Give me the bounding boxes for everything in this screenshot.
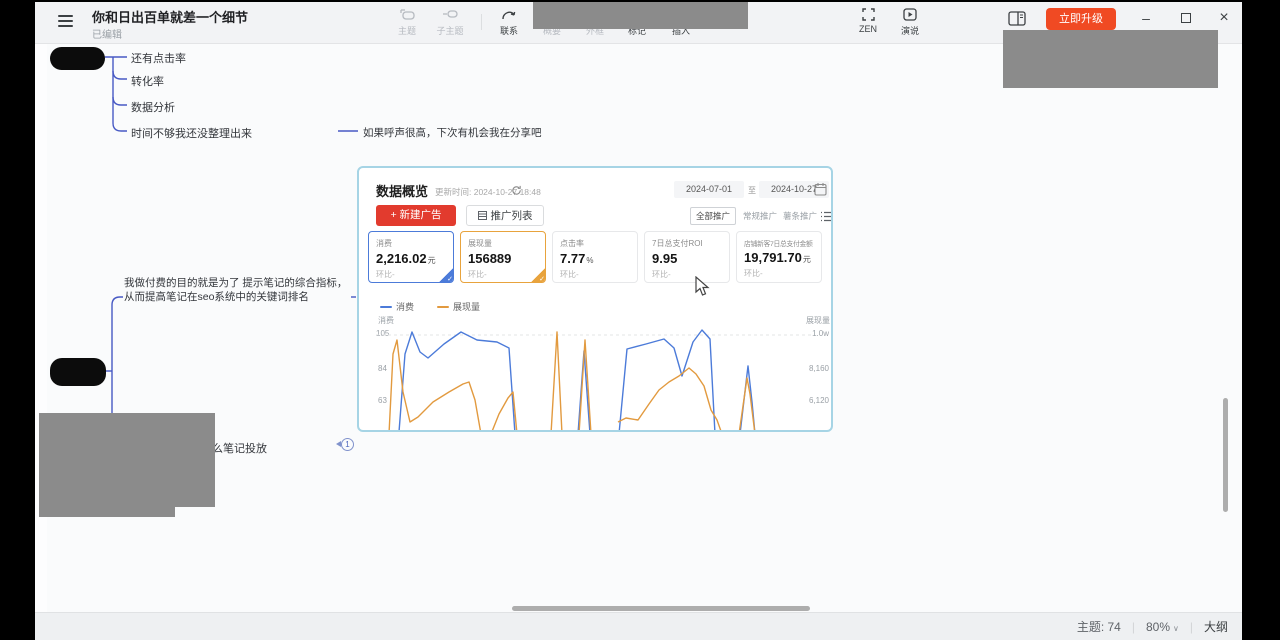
play-icon <box>892 6 928 22</box>
metric-cards-row: 消费 2,216.02元 环比- ✓ 展现量 156889 环比- ✓ 点击率 … <box>368 231 826 283</box>
menu-icon[interactable] <box>58 15 73 30</box>
dashboard-title: 数据概览 <box>376 181 428 200</box>
date-separator: 至 <box>748 185 756 196</box>
metric-card-pay-amount: 店铺新客7日总支付金额 19,791.70元 环比- <box>736 231 822 283</box>
close-button[interactable]: × <box>1212 6 1236 30</box>
calendar-icon <box>814 182 827 201</box>
legend-impressions: 展现量 <box>437 300 480 313</box>
zen-icon <box>850 6 886 22</box>
tab-fries-promo: 薯条推广 <box>783 210 817 222</box>
toolbar-subtopic-button[interactable]: 子主题 <box>428 6 472 37</box>
callout-node[interactable]: 如果呼声很高，下次有机会我在分享吧 <box>363 125 542 140</box>
status-bar: 主题: 74 | 80%∨ | 大纲 <box>35 612 1242 640</box>
tab-all-promo: 全部推广 <box>690 207 736 225</box>
topic-node[interactable]: 数据分析 <box>131 99 175 115</box>
redacted-topic-node[interactable] <box>50 47 105 70</box>
horizontal-scrollbar[interactable] <box>512 606 810 611</box>
present-button[interactable]: 演说 <box>892 6 928 37</box>
mouse-cursor <box>695 276 711 298</box>
metric-card-impressions: 展现量 156889 环比- ✓ <box>460 231 546 283</box>
screen: 你和日出百单就差一个细节 已编辑 主题 子主题 联系 概要 外框 标记 插入 Z… <box>0 0 1280 640</box>
minimize-button[interactable]: – <box>1134 6 1158 30</box>
sidebar-toggle-icon[interactable] <box>1008 11 1026 31</box>
date-from-field: 2024-07-01 <box>674 181 744 198</box>
dashboard-updated-time: 更新时间: 2024-10-27 18:48 <box>435 186 541 198</box>
vertical-scrollbar[interactable] <box>1223 398 1228 512</box>
document-title: 你和日出百单就差一个细节 <box>92 7 248 26</box>
selected-check-icon: ✓ <box>438 267 454 283</box>
topic-icon <box>389 6 425 22</box>
metric-card-ctr: 点击率 7.77% 环比- <box>552 231 638 283</box>
topic-node[interactable]: 还有点击率 <box>131 50 186 66</box>
subtopic-icon <box>428 6 472 22</box>
metric-card-roi: 7日总支付ROI 9.95 环比- <box>644 231 730 283</box>
redacted-topic-node[interactable] <box>50 358 106 386</box>
relation-icon <box>491 6 527 22</box>
save-status: 已编辑 <box>92 26 122 41</box>
topic-node[interactable]: 时间不够我还没整理出来 <box>131 125 252 141</box>
outline-button[interactable]: 大纲 <box>1204 618 1228 635</box>
upgrade-button[interactable]: 立即升级 <box>1046 8 1116 30</box>
maximize-button[interactable] <box>1174 6 1198 30</box>
trend-line-chart <box>376 322 814 432</box>
redaction-box-canvas <box>39 507 175 517</box>
tab-normal-promo: 常规推广 <box>743 210 777 222</box>
toolbar-topic-button[interactable]: 主题 <box>389 6 425 37</box>
link-badge[interactable]: 1 <box>341 438 354 451</box>
zen-mode-button[interactable]: ZEN <box>850 6 886 34</box>
list-grid-icon <box>478 211 487 220</box>
zoom-control[interactable]: 80%∨ <box>1146 620 1179 634</box>
chevron-down-icon: ∨ <box>1173 624 1179 633</box>
topic-count: 主题: 74 <box>1077 618 1121 635</box>
redaction-box-top-right <box>1003 30 1218 88</box>
promo-list-button: 推广列表 <box>466 205 544 226</box>
topic-node[interactable]: 转化率 <box>131 73 164 89</box>
new-ad-button: + 新建广告 <box>376 205 456 226</box>
toolbar-divider <box>481 14 482 30</box>
metric-list-icon <box>820 209 832 227</box>
metric-card-consume: 消费 2,216.02元 环比- ✓ <box>368 231 454 283</box>
toolbar-relation-button[interactable]: 联系 <box>491 6 527 37</box>
refresh-icon <box>511 183 522 201</box>
topic-node-paragraph[interactable]: 我做付费的目的就是为了 提示笔记的综合指标， 从而提高笔记在seo系统中的关键词… <box>124 277 364 304</box>
embedded-image-node[interactable]: 数据概览 更新时间: 2024-10-27 18:48 2024-07-01 至… <box>357 166 833 432</box>
redaction-box-canvas <box>39 413 215 507</box>
legend-consume: 消费 <box>380 300 414 313</box>
redaction-box-toolbar <box>533 2 748 29</box>
selected-check-icon: ✓ <box>530 267 546 283</box>
